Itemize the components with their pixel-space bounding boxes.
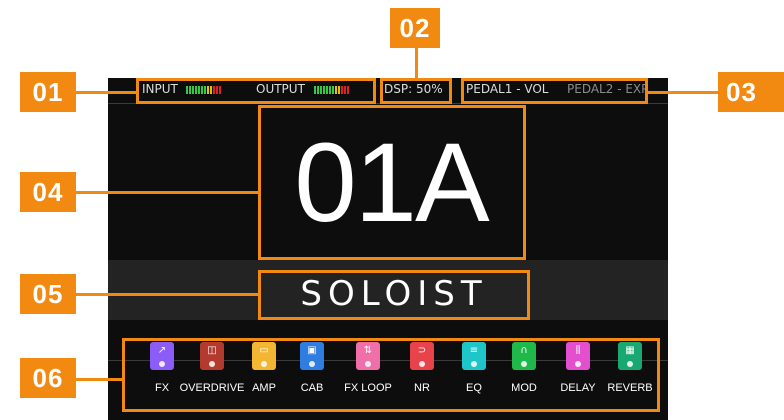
callout-box-03	[461, 78, 648, 104]
leader-04	[76, 191, 258, 194]
leader-05	[76, 293, 258, 296]
callout-badge-05: 05	[20, 274, 76, 314]
callout-badge-04: 04	[20, 172, 76, 212]
callout-box-01	[136, 78, 376, 104]
callout-box-05	[258, 270, 530, 320]
callout-badge-01: 01	[20, 72, 76, 112]
leader-01	[76, 91, 136, 94]
callout-badge-03: 03	[718, 72, 784, 112]
callout-box-06	[122, 338, 660, 412]
leader-02	[415, 46, 418, 78]
callout-badge-02: 02	[390, 8, 440, 48]
callout-box-04	[258, 105, 526, 260]
callout-badge-06: 06	[20, 358, 76, 398]
leader-06	[76, 378, 122, 381]
callout-box-02	[380, 78, 452, 104]
leader-03	[648, 91, 718, 94]
